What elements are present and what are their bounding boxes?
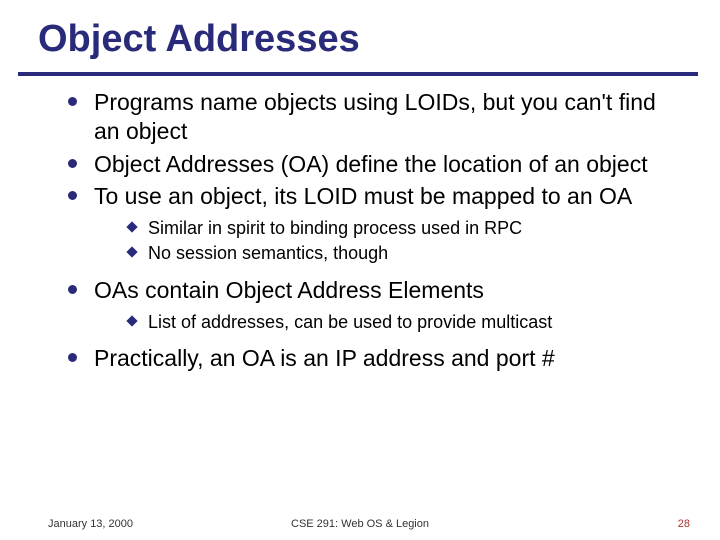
- bullet-item: OAs contain Object Address Elements List…: [60, 276, 680, 334]
- slide: Object Addresses Programs name objects u…: [0, 0, 720, 540]
- slide-body: Programs name objects using LOIDs, but y…: [60, 88, 680, 377]
- title-underline: [18, 72, 698, 76]
- bullet-list: Programs name objects using LOIDs, but y…: [60, 88, 680, 373]
- footer-course: CSE 291: Web OS & Legion: [0, 518, 720, 530]
- bullet-item: Practically, an OA is an IP address and …: [60, 344, 680, 373]
- bullet-text: Practically, an OA is an IP address and …: [94, 345, 555, 371]
- sub-bullet-item: No session semantics, though: [124, 242, 680, 265]
- sub-bullet-text: Similar in spirit to binding process use…: [148, 218, 522, 238]
- bullet-item: Object Addresses (OA) define the locatio…: [60, 150, 680, 179]
- bullet-text: OAs contain Object Address Elements: [94, 277, 484, 303]
- bullet-text: To use an object, its LOID must be mappe…: [94, 183, 632, 209]
- bullet-text: Programs name objects using LOIDs, but y…: [94, 89, 656, 144]
- bullet-item: To use an object, its LOID must be mappe…: [60, 182, 680, 266]
- sub-bullet-text: List of addresses, can be used to provid…: [148, 312, 552, 332]
- sub-bullet-item: List of addresses, can be used to provid…: [124, 311, 680, 334]
- sub-bullet-list: Similar in spirit to binding process use…: [94, 217, 680, 266]
- footer-page-number: 28: [678, 518, 690, 530]
- sub-bullet-list: List of addresses, can be used to provid…: [94, 311, 680, 334]
- slide-title: Object Addresses: [38, 18, 360, 61]
- sub-bullet-text: No session semantics, though: [148, 243, 388, 263]
- bullet-item: Programs name objects using LOIDs, but y…: [60, 88, 680, 146]
- bullet-text: Object Addresses (OA) define the locatio…: [94, 151, 648, 177]
- sub-bullet-item: Similar in spirit to binding process use…: [124, 217, 680, 240]
